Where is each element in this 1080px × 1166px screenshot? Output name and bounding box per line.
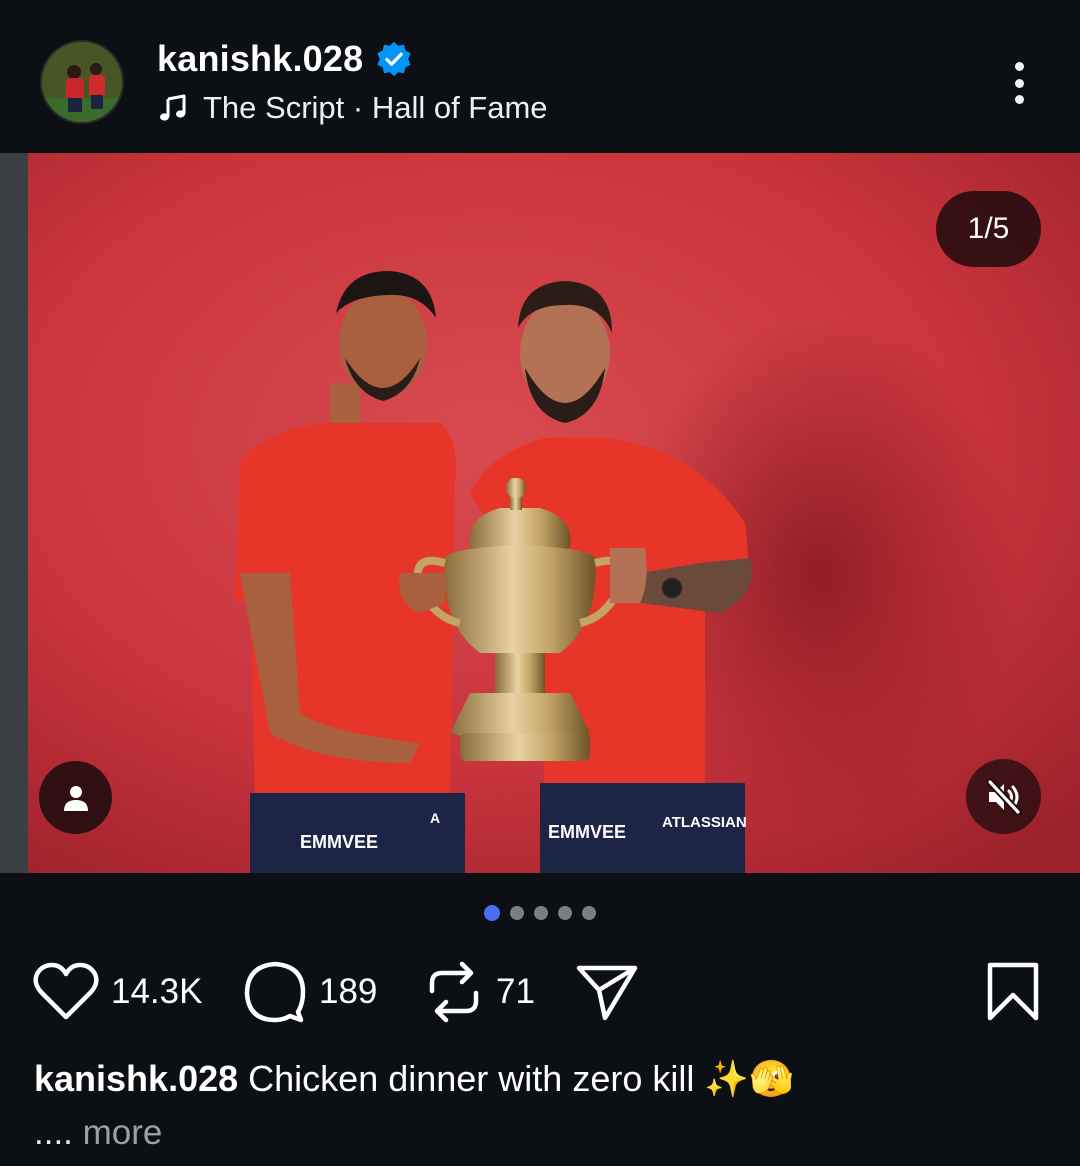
person-icon [63, 785, 88, 811]
heart-icon[interactable] [33, 962, 99, 1022]
post: kanishk.028 The Script · Hall of Fame EM… [0, 0, 1080, 1166]
repost-icon[interactable] [424, 959, 484, 1025]
music-track: The Script · Hall of Fame [203, 90, 548, 125]
carousel-dot-active[interactable] [484, 905, 500, 921]
more-dot-icon [1014, 78, 1024, 88]
share-action [575, 957, 639, 1027]
music-note-icon [160, 94, 186, 121]
verified-badge-icon [377, 41, 411, 77]
comment-bubble-icon[interactable] [243, 960, 307, 1024]
mute-audio-button[interactable] [966, 759, 1041, 834]
repost-action: 71 [424, 957, 535, 1027]
save-action [985, 957, 1041, 1027]
action-bar: 14.3K 189 71 [0, 957, 1080, 1027]
comment-action: 189 [243, 957, 377, 1027]
speaker-muted-icon [986, 778, 1021, 815]
photo-illustration: EMMVEE A EMMVEE ATLASSIAN [0, 153, 1080, 873]
carousel-dot[interactable] [510, 906, 524, 920]
caption-ellipsis: .... [34, 1113, 73, 1152]
more-dot-icon [1014, 95, 1024, 104]
tagged-people-button[interactable] [39, 761, 112, 834]
caption-text: Chicken dinner with zero kill ✨🫣 [248, 1058, 794, 1099]
more-options-button[interactable] [998, 58, 1040, 108]
repost-count[interactable]: 71 [496, 972, 535, 1012]
comment-count[interactable]: 189 [319, 972, 377, 1012]
more-dot-icon [1014, 62, 1024, 71]
caption-more-line: .... more [34, 1111, 162, 1155]
like-count[interactable]: 14.3K [111, 972, 202, 1012]
sponsor-right-text: ATLASSIAN [662, 814, 747, 831]
music-row[interactable]: The Script · Hall of Fame [157, 90, 548, 126]
sponsor-left-text: A [430, 810, 440, 826]
bookmark-icon[interactable] [985, 961, 1041, 1023]
carousel-dot[interactable] [582, 906, 596, 920]
more-link[interactable]: more [83, 1113, 163, 1152]
post-image[interactable]: EMMVEE A EMMVEE ATLASSIAN 1/5 [0, 153, 1080, 873]
carousel-dots [484, 905, 596, 921]
send-icon[interactable] [575, 960, 639, 1024]
jersey-left-text: EMMVEE [300, 832, 378, 852]
carousel-dot[interactable] [558, 906, 572, 920]
caption-username[interactable]: kanishk.028 [34, 1058, 238, 1099]
jersey-right-text: EMMVEE [548, 822, 626, 842]
like-action: 14.3K [33, 957, 202, 1027]
carousel-dot[interactable] [534, 906, 548, 920]
caption: kanishk.028 Chicken dinner with zero kil… [34, 1057, 794, 1101]
username-row: kanishk.028 [157, 38, 413, 80]
avatar[interactable] [40, 40, 124, 124]
post-header: kanishk.028 The Script · Hall of Fame [0, 0, 1080, 153]
username[interactable]: kanishk.028 [157, 38, 363, 80]
carousel-counter: 1/5 [936, 191, 1041, 267]
